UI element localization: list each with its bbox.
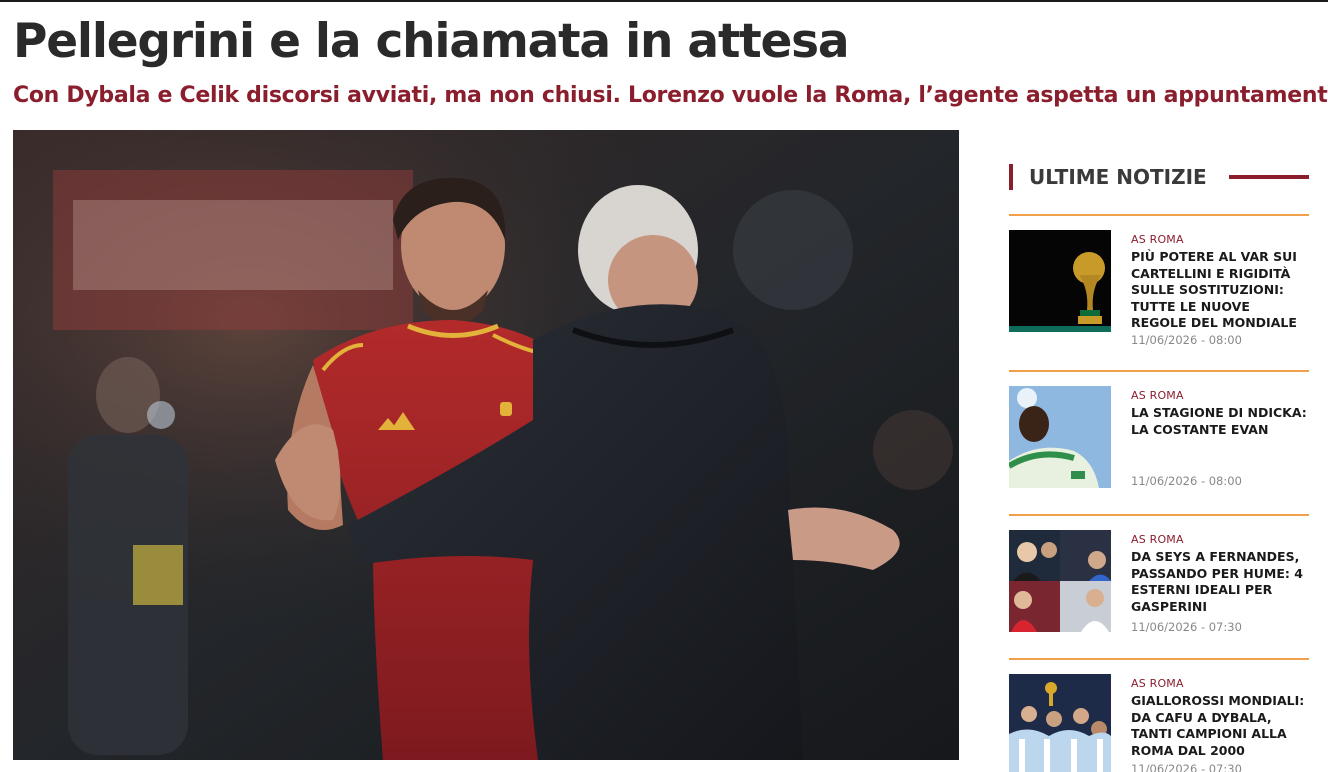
news-title-link[interactable]: DA SEYS A FERNANDES, PASSANDO PER HUME: … xyxy=(1131,549,1309,615)
news-category: AS ROMA xyxy=(1131,389,1184,402)
news-category: AS ROMA xyxy=(1131,533,1184,546)
news-separator xyxy=(1009,658,1309,660)
player-collage-image[interactable] xyxy=(1009,530,1111,632)
news-item[interactable]: AS ROMA DA SEYS A FERNANDES, PASSANDO PE… xyxy=(1009,514,1309,660)
article-hero-image xyxy=(13,130,959,760)
player-celebrating-image[interactable] xyxy=(1009,386,1111,488)
sidebar-header: ULTIME NOTIZIE xyxy=(1009,160,1309,196)
news-date: 11/06/2026 - 08:00 xyxy=(1131,333,1242,347)
top-border xyxy=(0,0,1328,2)
news-separator xyxy=(1009,214,1309,216)
header-accent-bar-right xyxy=(1229,175,1309,179)
team-trophy-celebration-image[interactable] xyxy=(1009,674,1111,772)
header-accent-bar-left xyxy=(1009,164,1013,190)
news-category: AS ROMA xyxy=(1131,677,1184,690)
world-cup-trophy-image[interactable] xyxy=(1009,230,1111,332)
news-separator xyxy=(1009,514,1309,516)
hero-photo-illustration xyxy=(13,130,959,760)
news-date: 11/06/2026 - 07:30 xyxy=(1131,762,1242,772)
news-separator xyxy=(1009,370,1309,372)
latest-news-sidebar: ULTIME NOTIZIE AS ROMA PIÙ POTERE AL VAR… xyxy=(1009,160,1309,772)
news-title-link[interactable]: GIALLOROSSI MONDIALI: DA CAFU A DYBALA, … xyxy=(1131,693,1309,759)
news-item[interactable]: AS ROMA PIÙ POTERE AL VAR SUI CARTELLINI… xyxy=(1009,214,1309,374)
article-subtitle: Con Dybala e Celik discorsi avviati, ma … xyxy=(13,83,1328,108)
sidebar-title: ULTIME NOTIZIE xyxy=(1029,165,1207,189)
news-title-link[interactable]: LA STAGIONE DI NDICKA: LA COSTANTE EVAN xyxy=(1131,405,1309,438)
news-item[interactable]: AS ROMA LA STAGIONE DI NDICKA: LA COSTAN… xyxy=(1009,370,1309,516)
article-title: Pellegrini e la chiamata in attesa xyxy=(13,14,850,69)
news-date: 11/06/2026 - 08:00 xyxy=(1131,474,1242,488)
news-item[interactable]: AS ROMA GIALLOROSSI MONDIALI: DA CAFU A … xyxy=(1009,658,1309,772)
news-category: AS ROMA xyxy=(1131,233,1184,246)
news-title-link[interactable]: PIÙ POTERE AL VAR SUI CARTELLINI E RIGID… xyxy=(1131,249,1309,332)
news-date: 11/06/2026 - 07:30 xyxy=(1131,620,1242,634)
